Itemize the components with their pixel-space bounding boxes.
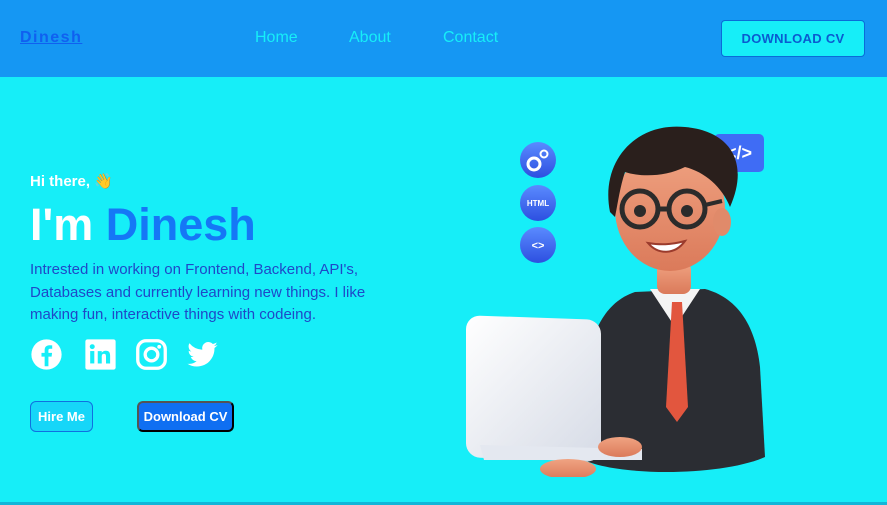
headline: I'm Dinesh [30, 198, 256, 252]
headline-name: Dinesh [105, 199, 256, 250]
instagram-icon[interactable] [135, 338, 168, 371]
greeting-text: Hi there, 👋 [30, 173, 113, 190]
intro-description: Intrested in working on Frontend, Backen… [30, 261, 366, 323]
facebook-icon[interactable] [30, 338, 63, 371]
download-cv-button[interactable]: Download CV [137, 401, 234, 432]
linkedin-icon[interactable] [84, 338, 117, 371]
hero-section: Hi there, 👋 I'm Dinesh Intrested in work… [0, 77, 887, 503]
download-cv-nav-button[interactable]: DOWNLOAD CV [721, 20, 865, 57]
brand-logo-link[interactable]: Dinesh [20, 29, 82, 47]
nav-link-about[interactable]: About [349, 29, 391, 47]
twitter-icon[interactable] [186, 338, 219, 371]
html-badge-icon: HTML [520, 185, 556, 221]
headline-prefix: I'm [30, 199, 94, 250]
developer-illustration: HTML <> </> [466, 126, 765, 477]
navbar: Dinesh Home About Contact DOWNLOAD CV [0, 0, 887, 77]
nav-link-contact[interactable]: Contact [443, 29, 498, 47]
code-icon: <> [520, 227, 556, 263]
gears-icon [520, 142, 556, 178]
hire-me-button[interactable]: Hire Me [30, 401, 93, 432]
nav-link-home[interactable]: Home [255, 29, 298, 47]
svg-text:<>: <> [532, 240, 545, 252]
svg-text:HTML: HTML [527, 199, 549, 208]
